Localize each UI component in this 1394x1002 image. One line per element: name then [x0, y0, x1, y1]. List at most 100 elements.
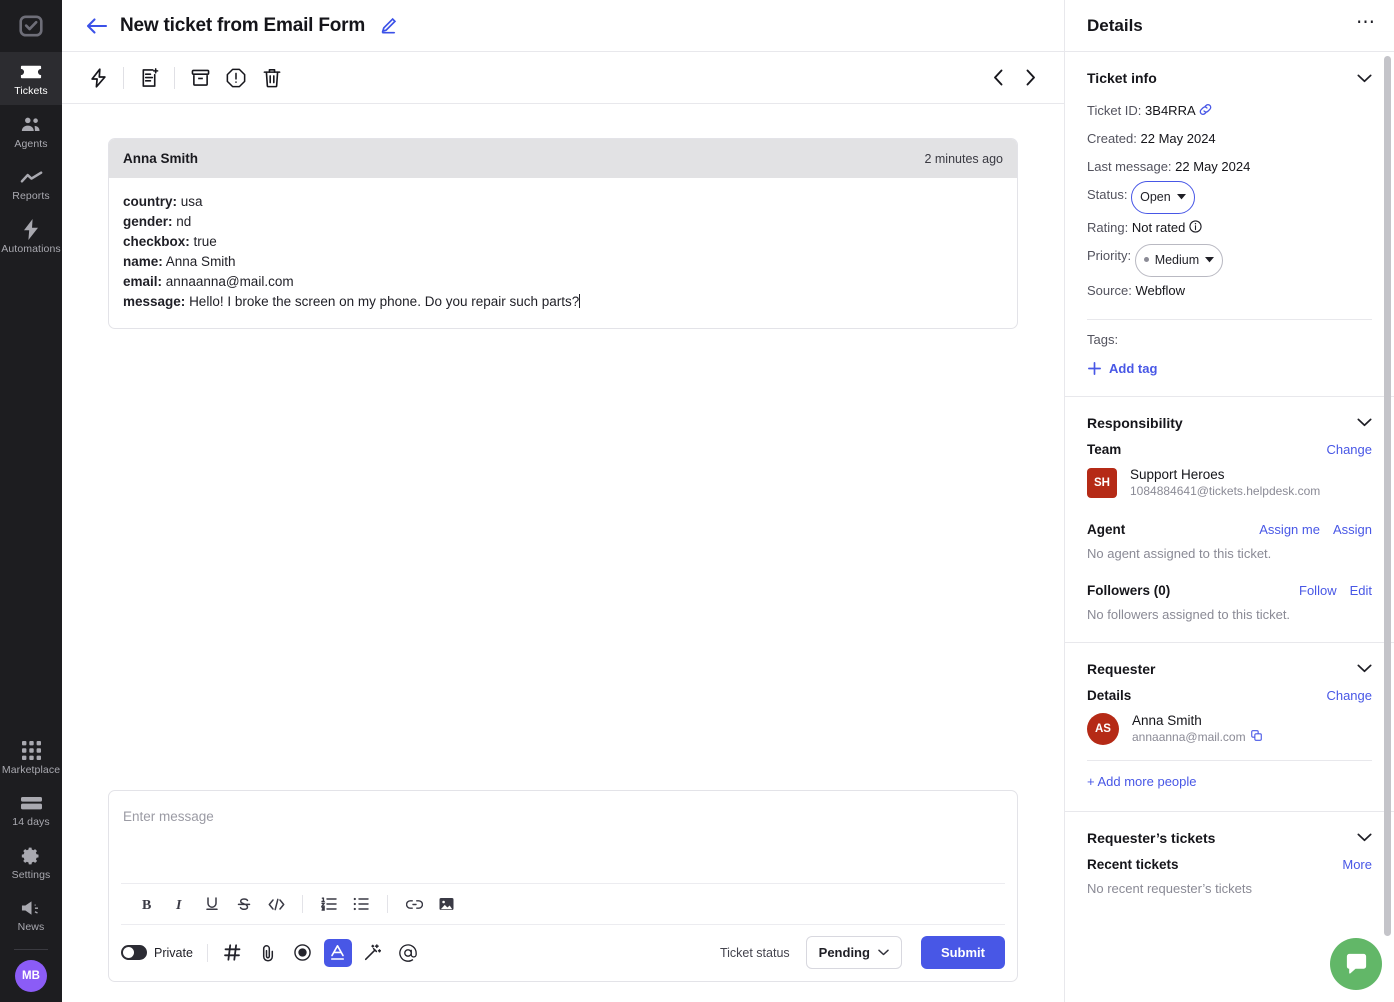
quick-actions-bolt-icon[interactable] — [80, 60, 116, 96]
requester-text: Anna Smith annaanna@mail.com — [1132, 712, 1262, 746]
sidebar-item-settings[interactable]: Settings — [0, 836, 62, 889]
sidebar-item-reports[interactable]: Reports — [0, 157, 62, 210]
submit-button[interactable]: Submit — [920, 936, 1005, 969]
sidebar-item-automations[interactable]: Automations — [0, 210, 62, 263]
plus-icon — [1088, 361, 1101, 375]
chevron-down-icon[interactable] — [1357, 74, 1372, 83]
sidebar-item-marketplace[interactable]: Marketplace — [0, 731, 62, 784]
details-panel: Details ⋯ Ticket info Ticket ID: 3B4RRA — [1064, 0, 1394, 1002]
field-key: email: — [123, 274, 163, 289]
message-input[interactable]: Enter message — [109, 791, 1017, 883]
requester-email: annaanna@mail.com — [1132, 729, 1246, 744]
details-scrollbar[interactable] — [1384, 56, 1391, 936]
bullet-list-icon[interactable] — [346, 890, 376, 918]
chevron-down-icon[interactable] — [1357, 833, 1372, 842]
record-icon[interactable] — [289, 939, 317, 967]
team-name: Support Heroes — [1130, 466, 1225, 482]
rail-primary-items: Tickets Agents Reports Automations — [0, 52, 62, 262]
sidebar-item-label: 14 days — [12, 816, 50, 829]
next-ticket-button[interactable] — [1014, 62, 1046, 94]
delete-trash-icon[interactable] — [254, 60, 290, 96]
details-title: Details — [1087, 15, 1143, 35]
image-icon[interactable] — [431, 890, 461, 918]
message-field-row: email: annaanna@mail.com — [123, 272, 1003, 292]
section-requester-tickets-header[interactable]: Requester’s tickets — [1087, 830, 1372, 846]
message-card: Anna Smith 2 minutes ago country: usa ge… — [108, 138, 1018, 329]
requester-change-link[interactable]: Change — [1326, 688, 1372, 703]
strikethrough-icon[interactable] — [229, 890, 259, 918]
underline-icon[interactable] — [197, 890, 227, 918]
follow-link[interactable]: Follow — [1299, 583, 1337, 598]
recent-tickets-more-link[interactable]: More — [1342, 857, 1372, 872]
avatar[interactable]: MB — [15, 960, 47, 992]
sidebar-item-agents[interactable]: Agents — [0, 105, 62, 158]
priority-badge[interactable]: Medium — [1134, 243, 1224, 277]
priority-dot-icon — [1143, 257, 1149, 262]
info-circle-icon[interactable] — [1189, 220, 1202, 235]
report-spam-icon[interactable] — [218, 60, 254, 96]
status-badge[interactable]: Open — [1131, 181, 1195, 214]
add-tag-button[interactable]: Add tag — [1087, 361, 1372, 376]
private-toggle[interactable] — [121, 945, 147, 960]
prev-ticket-button[interactable] — [982, 62, 1014, 94]
add-more-people-link[interactable]: + Add more people — [1087, 774, 1197, 789]
agent-row-header: Agent Assign me Assign — [1087, 522, 1372, 537]
chevron-down-icon[interactable] — [1357, 664, 1372, 673]
italic-icon[interactable]: I — [165, 890, 195, 918]
assign-link[interactable]: Assign — [1333, 522, 1372, 537]
back-arrow-icon[interactable] — [86, 17, 108, 35]
sidebar-item-news[interactable]: News — [0, 888, 62, 941]
last-message-value: 22 May 2024 — [1175, 159, 1251, 174]
requester-entity[interactable]: AS Anna Smith annaanna@mail.com — [1087, 712, 1372, 746]
chevron-down-icon[interactable] — [1357, 418, 1372, 427]
text-color-icon[interactable] — [323, 938, 352, 967]
add-note-icon[interactable] — [131, 60, 167, 96]
team-row-header: Team Change — [1087, 442, 1372, 457]
team-avatar: SH — [1087, 467, 1117, 498]
section-requester-header[interactable]: Requester — [1087, 661, 1372, 677]
requester-details-header: Details Change — [1087, 688, 1372, 703]
tags-label: Tags: — [1087, 331, 1119, 347]
mention-at-icon[interactable] — [394, 939, 422, 967]
requester-name: Anna Smith — [1132, 712, 1202, 728]
sidebar-item-label: Settings — [11, 868, 51, 881]
section-responsibility-header[interactable]: Responsibility — [1087, 415, 1372, 431]
toolbar-divider — [123, 66, 124, 89]
chat-bubble-icon[interactable] — [1330, 938, 1382, 990]
requester-details-label: Details — [1087, 687, 1132, 703]
team-change-link[interactable]: Change — [1326, 442, 1372, 457]
edit-followers-link[interactable]: Edit — [1350, 583, 1372, 598]
ticket-status-select[interactable]: Pending — [805, 936, 902, 969]
field-key: country: — [123, 194, 177, 209]
toolbar-divider — [302, 895, 303, 913]
canned-response-hash-icon[interactable] — [219, 939, 247, 967]
rich-text-toolbar: B I — [121, 883, 1005, 925]
last-message-label: Last message: — [1087, 159, 1172, 174]
sidebar-item-tickets[interactable]: Tickets — [0, 52, 62, 105]
team-label: Team — [1087, 441, 1122, 457]
field-value: annaanna@mail.com — [165, 274, 294, 289]
team-entity[interactable]: SH Support Heroes 1084884641@tickets.hel… — [1087, 466, 1372, 500]
app-logo[interactable] — [0, 0, 62, 52]
followers-empty-text: No followers assigned to this ticket. — [1087, 606, 1291, 622]
link-chain-icon[interactable] — [1199, 103, 1212, 118]
sidebar-item-label: Automations — [1, 242, 61, 255]
assign-me-link[interactable]: Assign me — [1259, 522, 1320, 537]
section-ticket-info-header[interactable]: Ticket info — [1087, 70, 1372, 86]
archive-icon[interactable] — [182, 60, 218, 96]
link-icon[interactable] — [399, 890, 429, 918]
copy-icon[interactable] — [1250, 729, 1262, 746]
ai-magic-wand-icon[interactable] — [359, 939, 387, 967]
rating-row: Rating: Not rated — [1087, 214, 1372, 242]
edit-pencil-icon[interactable] — [380, 17, 397, 34]
attachment-paperclip-icon[interactable] — [254, 939, 282, 967]
megaphone-icon — [21, 897, 42, 919]
recent-tickets-label: Recent tickets — [1087, 856, 1179, 872]
ordered-list-icon[interactable] — [314, 890, 344, 918]
requester-avatar: AS — [1087, 712, 1119, 745]
section-divider — [1087, 318, 1372, 320]
sidebar-item-trial-days[interactable]: 14 days — [0, 783, 62, 836]
code-icon[interactable] — [261, 890, 291, 918]
more-dots-icon[interactable]: ⋯ — [1356, 13, 1376, 38]
bold-icon[interactable]: B — [133, 890, 163, 918]
